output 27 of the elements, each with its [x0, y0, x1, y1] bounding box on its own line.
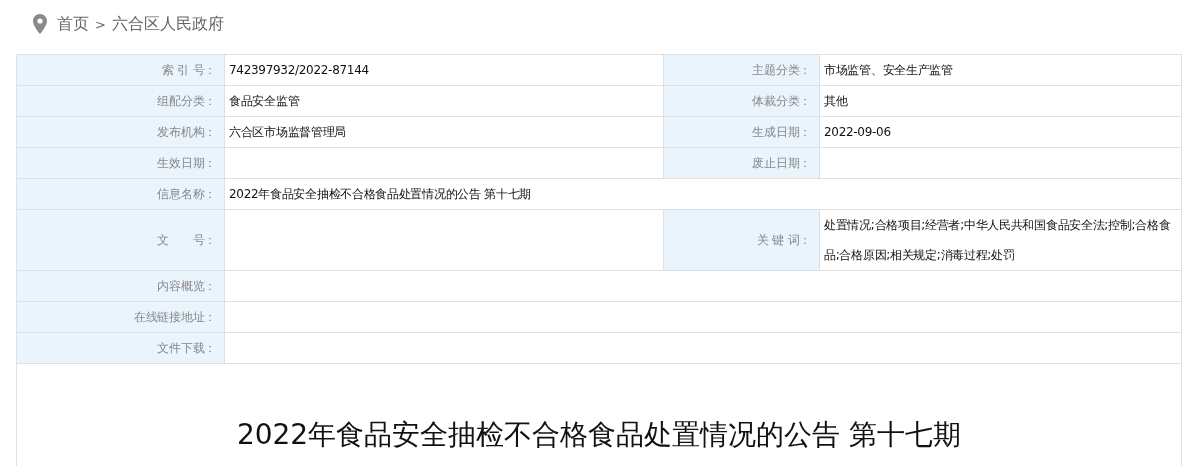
article-title: 2022年食品安全抽检不合格食品处置情况的公告 第十七期: [236, 417, 962, 453]
field-label: 文件下载：: [16, 332, 225, 364]
field-label: 内容概览：: [16, 270, 225, 302]
field-label: 主题分类：: [663, 54, 820, 86]
field-label: 生成日期：: [663, 116, 820, 148]
field-label: 废止日期：: [663, 147, 820, 179]
field-value: 742397932/2022-87144: [224, 54, 664, 86]
field-label: 生效日期：: [16, 147, 225, 179]
field-label: 关 键 词：: [663, 209, 820, 271]
location-pin-icon: [33, 14, 47, 34]
field-value: 2022-09-06: [819, 116, 1182, 148]
field-label: 在线链接地址：: [16, 301, 225, 333]
breadcrumb-link[interactable]: 首页: [57, 13, 89, 35]
field-value: 市场监管、安全生产监管: [819, 54, 1182, 86]
field-label: 索 引 号：: [16, 54, 225, 86]
field-value: 2022年食品安全抽检不合格食品处置情况的公告 第十七期: [224, 178, 1182, 210]
field-value: 处置情况;合格项目;经营者;中华人民共和国食品安全法;控制;合格食品;合格原因;相关规定;消毒过程;处罚: [819, 209, 1182, 271]
field-value: 其他: [819, 85, 1182, 117]
field-label: 信息名称：: [16, 178, 225, 210]
breadcrumb-separator: >: [95, 16, 106, 32]
field-value: 六合区市场监督管理局: [224, 116, 664, 148]
field-label: 文 号：: [16, 209, 225, 271]
field-label: 发布机构：: [16, 116, 225, 148]
field-value: 食品安全监管: [224, 85, 664, 117]
field-label: 组配分类：: [16, 85, 225, 117]
field-label: 体裁分类：: [663, 85, 820, 117]
breadcrumb-link[interactable]: 六合区人民政府: [111, 13, 224, 35]
